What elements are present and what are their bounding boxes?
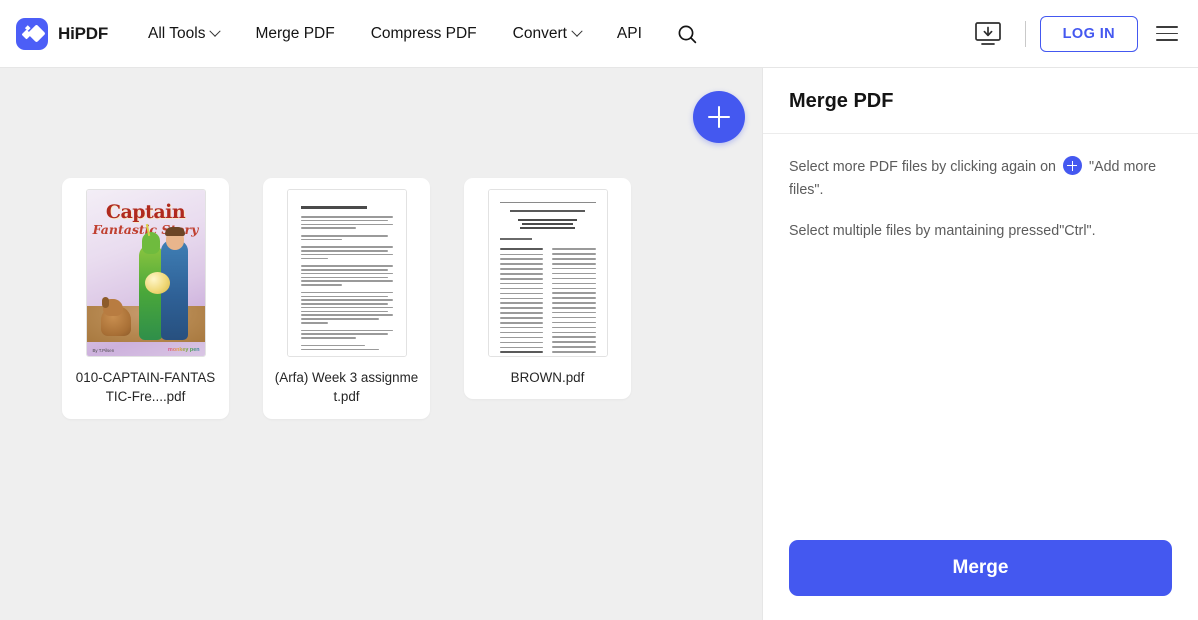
comic-ball (144, 272, 170, 294)
site-header: HiPDF All Tools Merge PDF Compress PDF C… (0, 0, 1198, 68)
header-divider (1024, 20, 1026, 47)
file-thumbnail: Captain Fantastic Story By T.Pilsen monk… (85, 189, 206, 357)
file-thumbnail (487, 189, 608, 357)
file-name-label: (Arfa) Week 3 assignmet.pdf (274, 370, 419, 405)
panel-title: Merge PDF (789, 90, 894, 112)
nav-item-api[interactable]: API (599, 25, 660, 43)
inline-plus-icon (1062, 156, 1082, 175)
merge-panel: Merge PDF Select more PDF files by click… (762, 68, 1198, 620)
index-document-art (488, 190, 607, 356)
chevron-down-icon (571, 25, 583, 37)
chevron-down-icon (209, 25, 222, 37)
login-button[interactable]: LOG IN (1039, 15, 1138, 52)
nav-item-convert[interactable]: Convert (495, 25, 599, 43)
header-actions: LOG IN (965, 15, 1178, 52)
file-name-label: 010-CAPTAIN-FANTASTIC-Fre....pdf (75, 370, 216, 405)
comic-credit: By T.Pilsen (92, 348, 115, 353)
file-card[interactable]: Captain Fantastic Story By T.Pilsen monk… (62, 178, 229, 419)
comic-dog-ear (101, 297, 109, 308)
comic-alien-head (141, 232, 160, 254)
panel-body: Select more PDF files by clicking again … (763, 134, 1198, 540)
main-nav: All Tools Merge PDF Compress PDF Convert… (130, 23, 698, 45)
panel-hint-primary: Select more PDF files by clicking again … (789, 156, 1172, 202)
comic-cover-art: Captain Fantastic Story By T.Pilsen monk… (86, 190, 205, 356)
panel-hint-text-before: Select more PDF files by clicking again … (789, 159, 1056, 175)
search-icon[interactable] (676, 23, 698, 45)
page-body: Captain Fantastic Story By T.Pilsen monk… (0, 68, 1198, 620)
nav-item-label: Merge PDF (255, 24, 335, 42)
panel-footer: Merge (763, 540, 1198, 620)
add-more-files-button[interactable] (693, 91, 745, 143)
panel-header: Merge PDF (763, 68, 1198, 134)
comic-man-hair (164, 227, 185, 236)
file-card[interactable]: BROWN.pdf (464, 178, 631, 400)
desktop-download-icon[interactable] (965, 17, 1011, 51)
merge-button[interactable]: Merge (789, 540, 1172, 596)
nav-item-label: Convert (512, 24, 567, 42)
comic-publisher: monkey pen (168, 347, 200, 353)
nav-item-label: Compress PDF (370, 24, 477, 42)
file-card-list: Captain Fantastic Story By T.Pilsen monk… (62, 178, 762, 419)
file-card[interactable]: (Arfa) Week 3 assignmet.pdf (263, 178, 430, 419)
comic-title-line1: Captain (105, 201, 186, 223)
file-name-label: BROWN.pdf (510, 370, 585, 385)
brand-logo[interactable]: HiPDF (16, 17, 109, 50)
nav-item-label: API (616, 24, 642, 42)
hamburger-menu-icon[interactable] (1156, 26, 1178, 41)
file-thumbnail (286, 189, 407, 357)
text-document-art (287, 190, 406, 356)
nav-item-all-tools[interactable]: All Tools (130, 25, 237, 43)
nav-item-label: All Tools (148, 24, 206, 42)
hipdf-diamond-logo-icon (16, 17, 48, 50)
nav-item-compress-pdf[interactable]: Compress PDF (353, 25, 495, 43)
brand-name: HiPDF (58, 23, 109, 43)
app-root: HiPDF All Tools Merge PDF Compress PDF C… (0, 0, 1198, 620)
nav-item-merge-pdf[interactable]: Merge PDF (237, 25, 352, 43)
files-workspace: Captain Fantastic Story By T.Pilsen monk… (0, 68, 762, 620)
panel-hint-secondary: Select multiple files by mantaining pres… (789, 222, 1096, 239)
